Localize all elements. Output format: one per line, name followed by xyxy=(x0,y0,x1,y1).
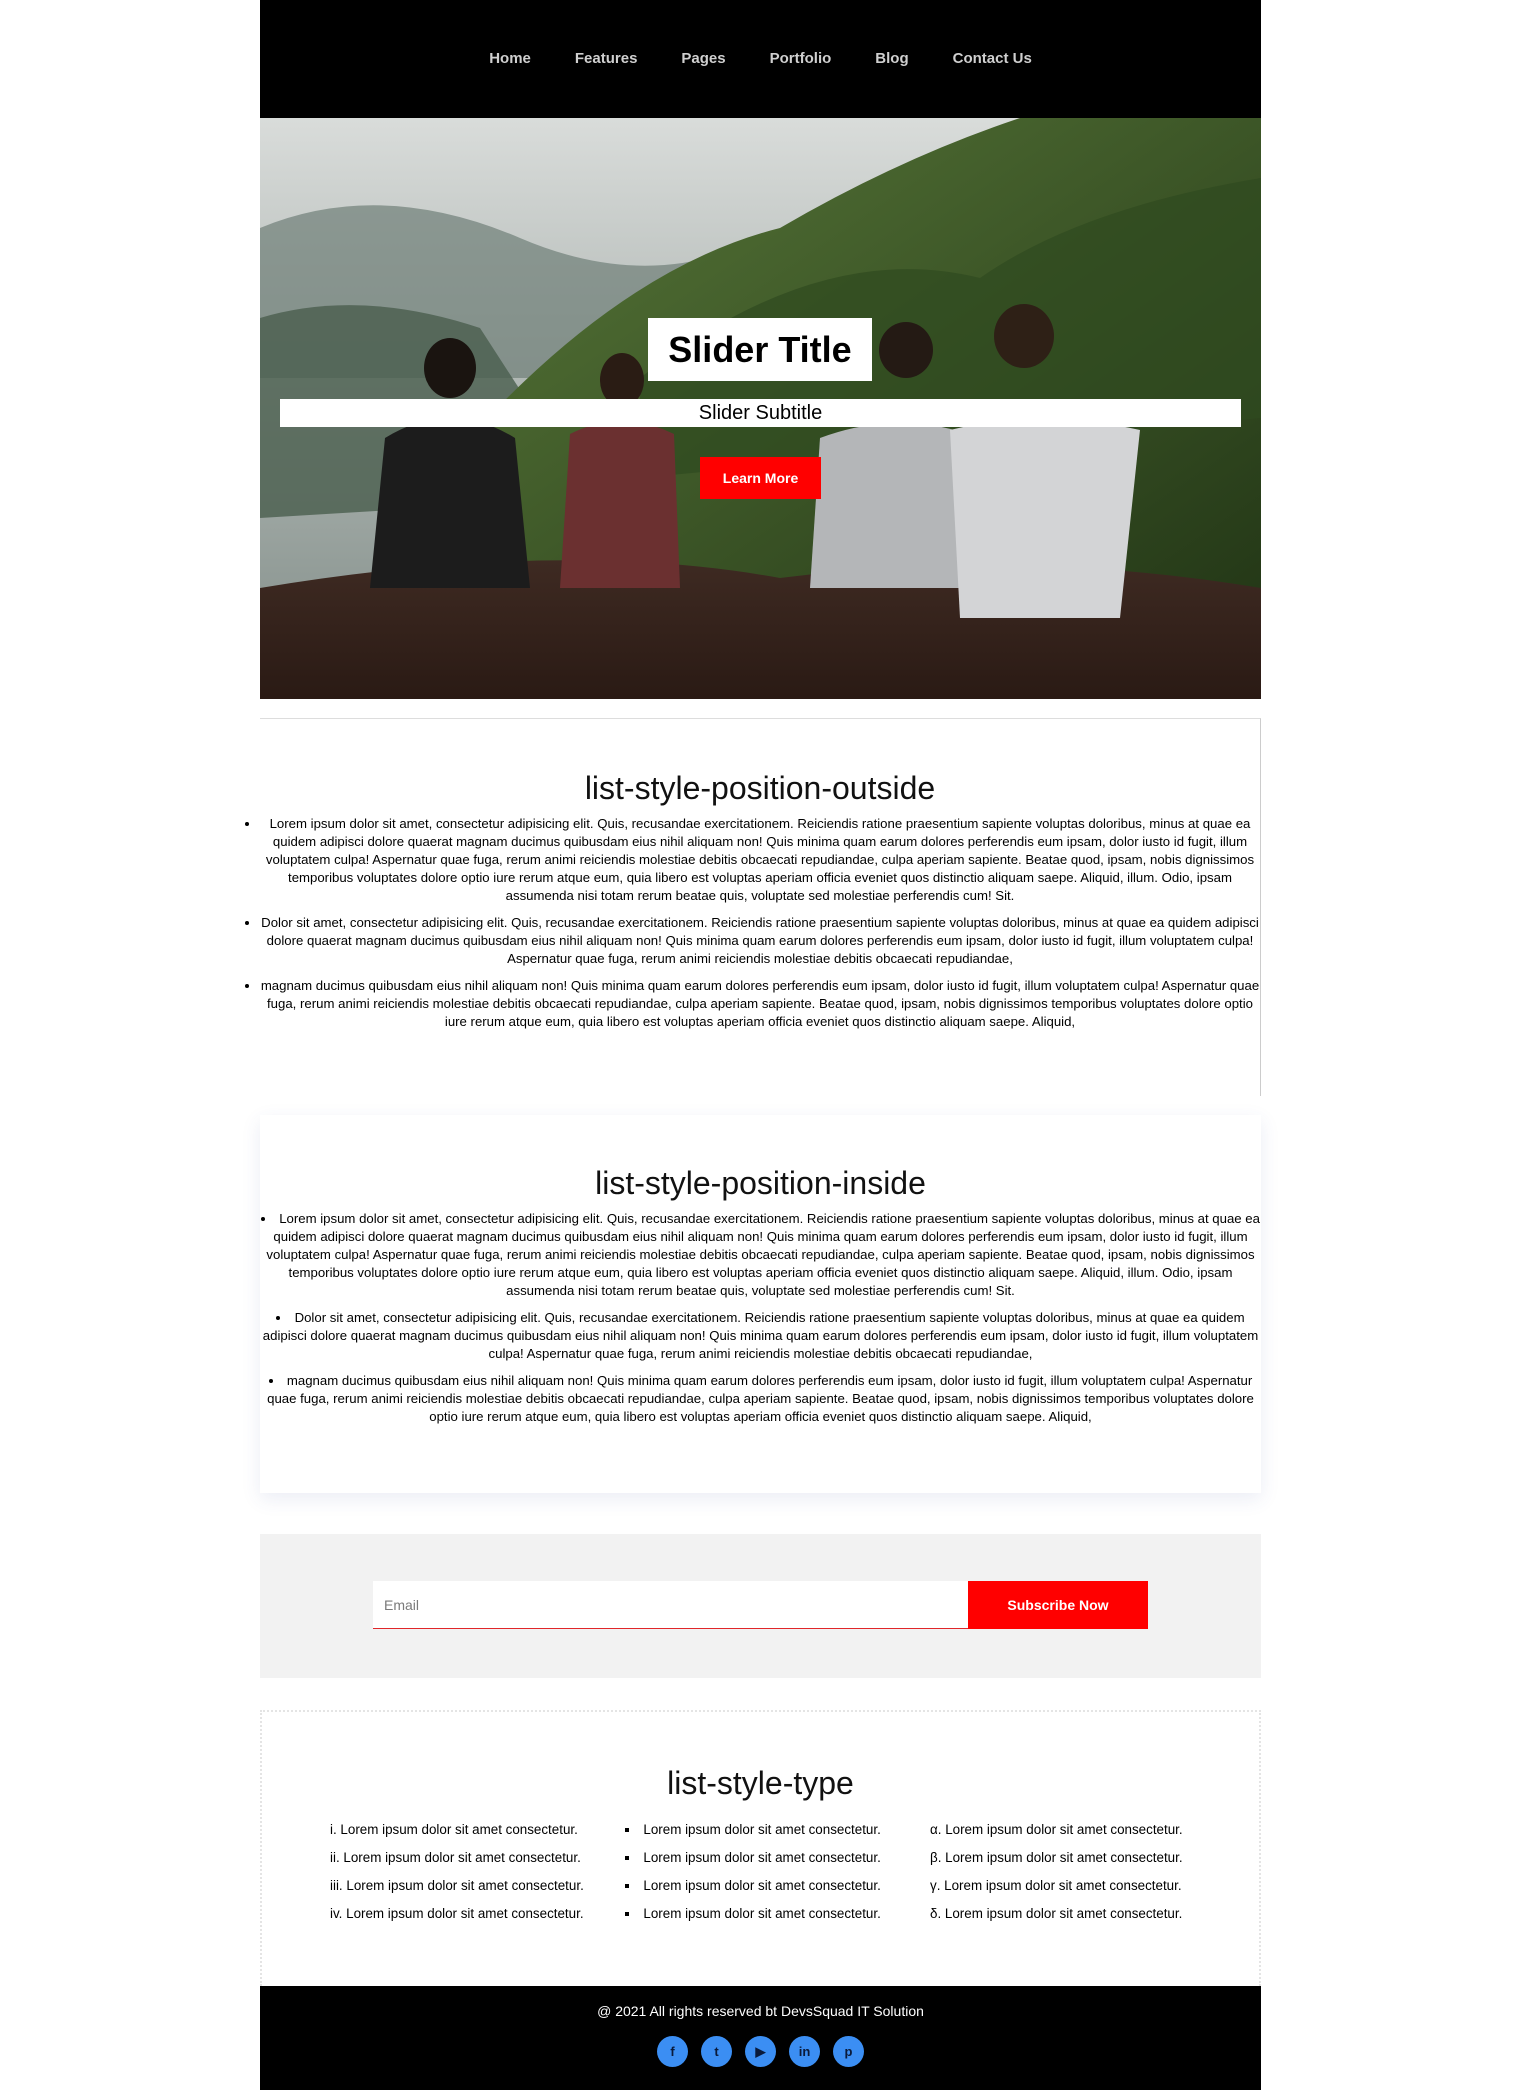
list-item: Lorem ipsum dolor sit amet consectetur. xyxy=(330,1905,584,1933)
list-item: Dolor sit amet, consectetur adipisicing … xyxy=(260,1309,1261,1363)
pinterest-icon[interactable]: p xyxy=(833,2036,864,2067)
nav-item-home[interactable]: Home xyxy=(489,50,531,67)
list-item: magnam ducimus quibusdam eius nihil aliq… xyxy=(260,977,1260,1031)
list-item: Lorem ipsum dolor sit amet consectetur. xyxy=(330,1849,584,1877)
list-item: Lorem ipsum dolor sit amet consectetur. xyxy=(930,1905,1183,1933)
hero-slider: Slider Title Slider Subtitle Learn More xyxy=(260,118,1261,699)
list-item: Dolor sit amet, consectetur adipisicing … xyxy=(260,914,1260,968)
nav-item-blog[interactable]: Blog xyxy=(875,50,908,67)
greek-list-column: Lorem ipsum dolor sit amet consectetur. … xyxy=(930,1821,1183,1933)
section-title: list-style-position-outside xyxy=(584,770,936,806)
subscribe-now-button[interactable]: Subscribe Now xyxy=(968,1581,1148,1629)
email-field-wrapper xyxy=(373,1581,968,1629)
nav-item-contact-us[interactable]: Contact Us xyxy=(953,50,1032,67)
section-title: list-style-position-inside xyxy=(595,1165,926,1201)
email-input[interactable] xyxy=(373,1581,968,1628)
list-item: Lorem ipsum dolor sit amet consectetur. xyxy=(330,1877,583,1905)
slider-title: Slider Title xyxy=(648,318,872,381)
list-item: Lorem ipsum dolor sit amet consectetur. xyxy=(625,1849,880,1877)
list-style-type-section: list-style-type Lorem ipsum dolor sit am… xyxy=(260,1710,1261,1986)
twitter-icon[interactable]: t xyxy=(701,2036,732,2067)
slider-subtitle: Slider Subtitle xyxy=(280,399,1241,427)
social-links: f t ▶ in p xyxy=(260,2036,1261,2067)
list-item: magnam ducimus quibusdam eius nihil aliq… xyxy=(260,1372,1261,1426)
linkedin-icon[interactable]: in xyxy=(789,2036,820,2067)
paragraph-list: Lorem ipsum dolor sit amet, consectetur … xyxy=(260,815,1260,1031)
nav-item-pages[interactable]: Pages xyxy=(681,50,725,67)
paragraph-list: Lorem ipsum dolor sit amet, consectetur … xyxy=(260,1210,1261,1426)
list-item: Lorem ipsum dolor sit amet consectetur. xyxy=(930,1849,1183,1877)
list-item: Lorem ipsum dolor sit amet consectetur. xyxy=(625,1905,880,1933)
square-list-column: Lorem ipsum dolor sit amet consectetur. … xyxy=(625,1821,880,1933)
list-item: Lorem ipsum dolor sit amet consectetur. xyxy=(625,1877,880,1905)
list-outside-section: list-style-position-outside Lorem ipsum … xyxy=(260,718,1261,1096)
list-item: Lorem ipsum dolor sit amet consectetur. xyxy=(930,1877,1183,1905)
list-item: Lorem ipsum dolor sit amet, consectetur … xyxy=(260,815,1260,905)
youtube-icon[interactable]: ▶ xyxy=(745,2036,776,2067)
learn-more-button[interactable]: Learn More xyxy=(700,457,821,499)
copyright-text: @ 2021 All rights reserved bt DevsSquad … xyxy=(597,2003,924,2019)
subscribe-section: Subscribe Now xyxy=(260,1534,1261,1678)
nav-item-portfolio[interactable]: Portfolio xyxy=(770,50,832,67)
nav-menu: Home Features Pages Portfolio Blog Conta… xyxy=(260,0,1261,67)
nav-item-features[interactable]: Features xyxy=(575,50,638,67)
list-item: Lorem ipsum dolor sit amet consectetur. xyxy=(930,1821,1182,1849)
list-item: Lorem ipsum dolor sit amet consectetur. xyxy=(330,1821,584,1849)
top-navbar: Home Features Pages Portfolio Blog Conta… xyxy=(260,0,1261,118)
list-inside-section: list-style-position-inside Lorem ipsum d… xyxy=(260,1115,1261,1493)
list-item: Lorem ipsum dolor sit amet consectetur. xyxy=(625,1821,880,1849)
section-title: list-style-type xyxy=(667,1765,854,1801)
facebook-icon[interactable]: f xyxy=(657,2036,688,2067)
list-item: Lorem ipsum dolor sit amet, consectetur … xyxy=(260,1210,1261,1300)
roman-list-column: Lorem ipsum dolor sit amet consectetur. … xyxy=(330,1821,584,1933)
footer: @ 2021 All rights reserved bt DevsSquad … xyxy=(260,1986,1261,2090)
